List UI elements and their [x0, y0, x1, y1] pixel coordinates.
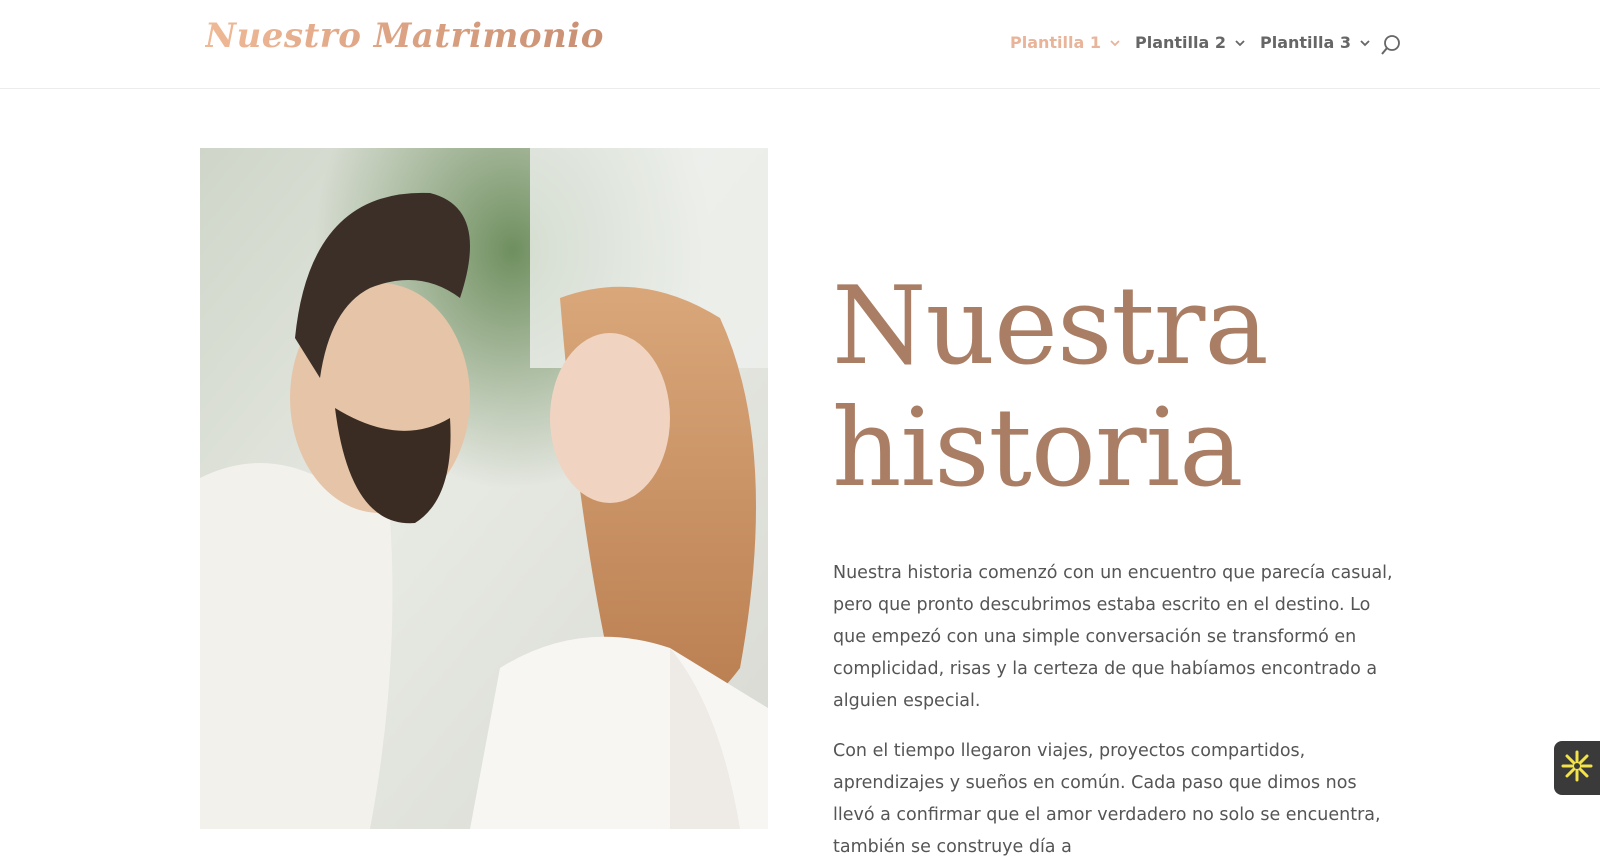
title-line-2: historia: [832, 386, 1243, 511]
chevron-down-icon: [1109, 37, 1121, 49]
nav-item-plantilla-1[interactable]: Plantilla 1: [1010, 33, 1121, 52]
story-paragraph-1: Nuestra historia comenzó con un encuentr…: [833, 563, 1393, 711]
asterisk-flower-icon: [1561, 750, 1593, 782]
nav-item-plantilla-3[interactable]: Plantilla 3: [1260, 33, 1371, 52]
title-line-1: Nuestra: [832, 264, 1269, 389]
nav-item-label: Plantilla 1: [1010, 33, 1101, 52]
chevron-down-icon: [1234, 37, 1246, 49]
floating-widget-button[interactable]: [1554, 741, 1600, 795]
site-header: Nuestro Matrimonio Plantilla 1 Plantilla…: [0, 0, 1600, 89]
nav-item-plantilla-2[interactable]: Plantilla 2: [1135, 33, 1246, 52]
chevron-down-icon: [1359, 37, 1371, 49]
couple-photo: [200, 148, 768, 829]
site-logo[interactable]: Nuestro Matrimonio: [205, 16, 604, 56]
search-icon[interactable]: [1380, 34, 1402, 56]
page-title: Nuestra historia: [832, 266, 1392, 510]
story-paragraph-2: Con el tiempo llegaron viajes, proyectos…: [833, 741, 1381, 857]
nav-item-label: Plantilla 2: [1135, 33, 1226, 52]
nav-item-label: Plantilla 3: [1260, 33, 1351, 52]
